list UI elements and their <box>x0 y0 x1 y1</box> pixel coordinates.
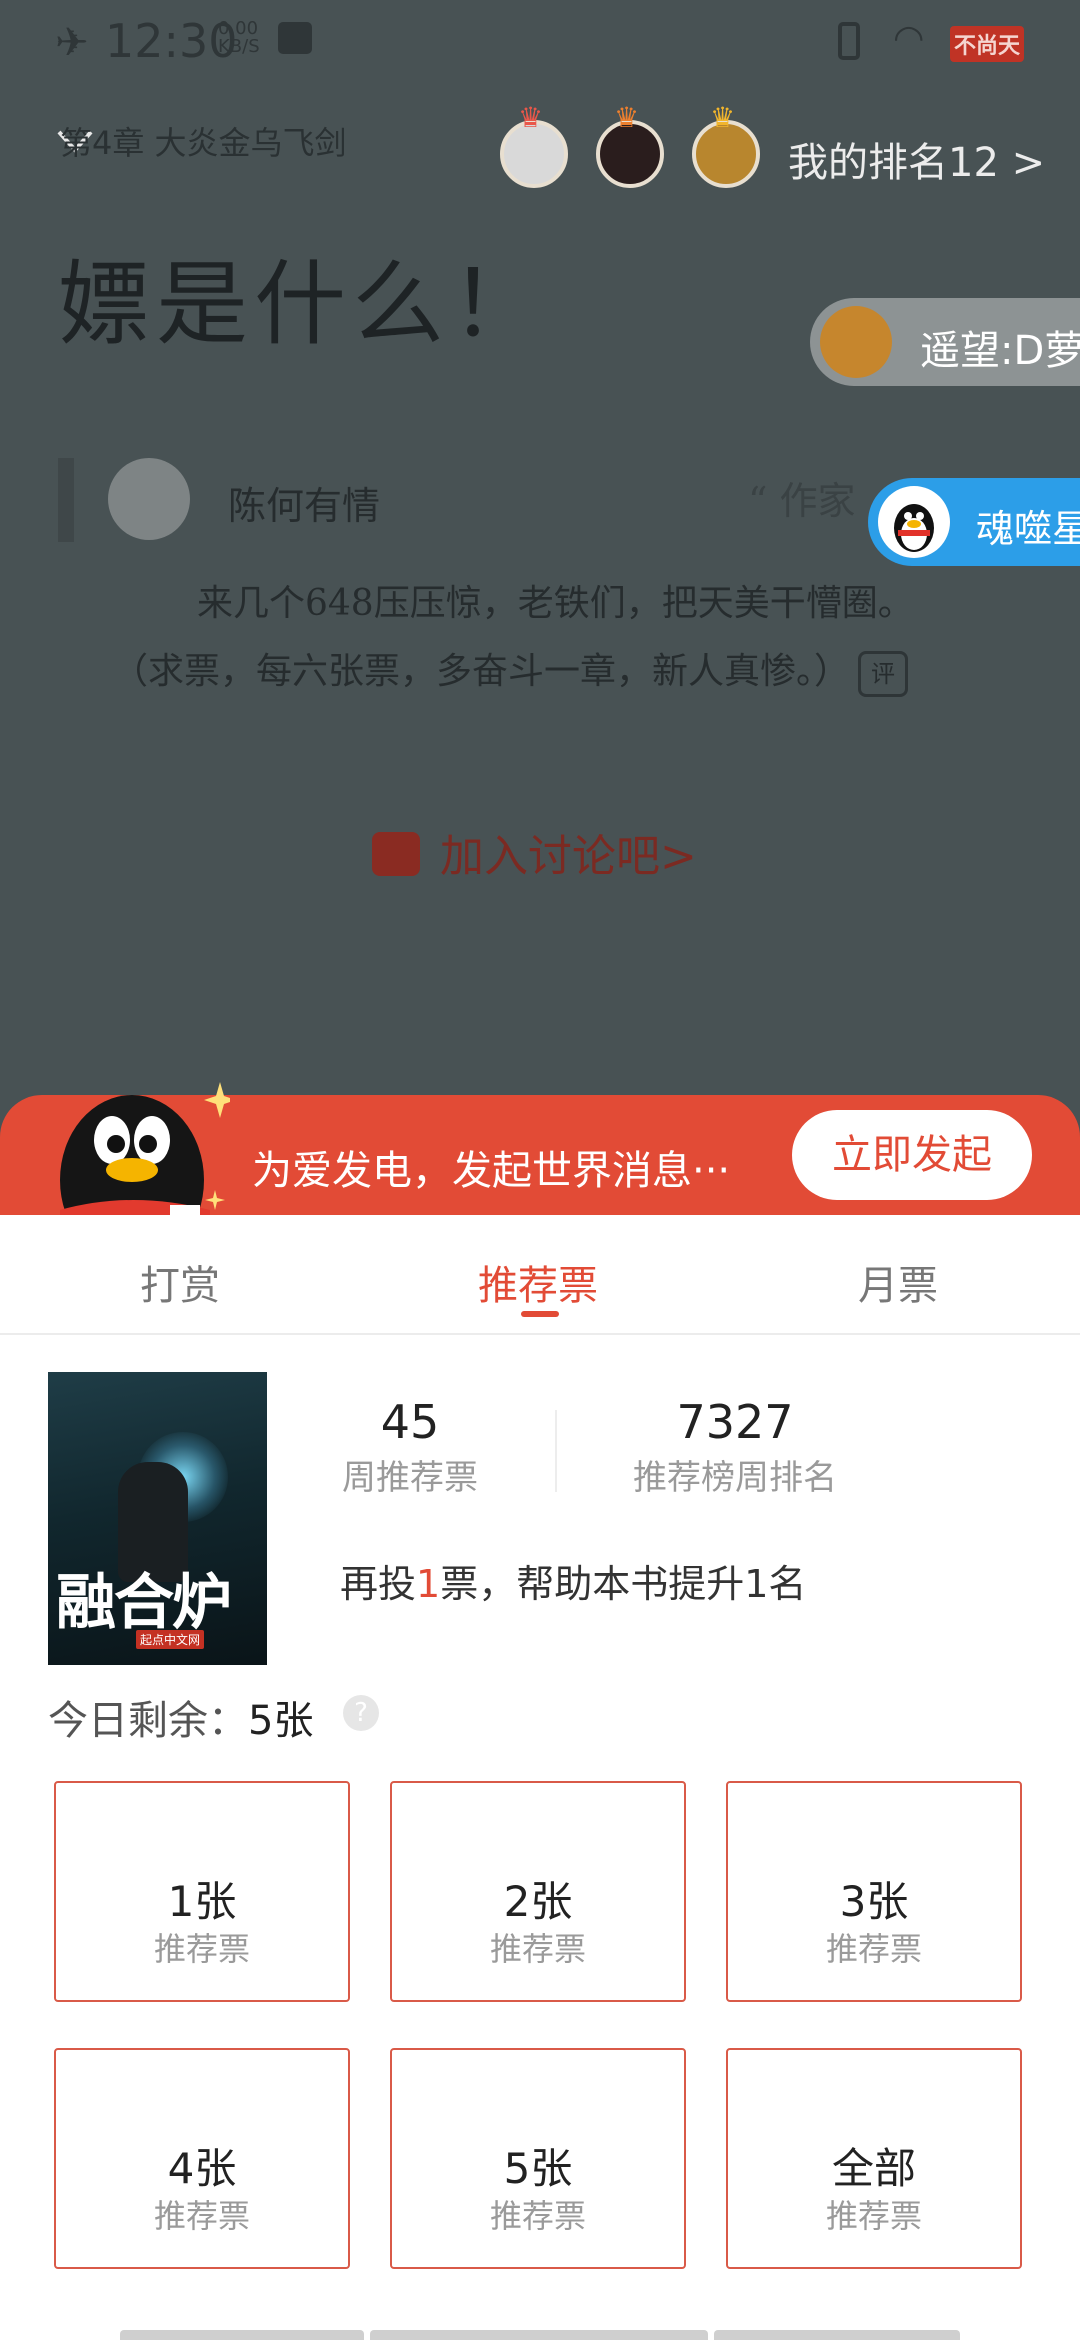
vote-option-3[interactable]: 3张 推荐票 <box>726 1781 1022 2002</box>
qq-floating-name: 魂噬星 <box>976 507 1080 551</box>
cover-publisher-badge: 起点中文网 <box>136 1630 205 1649</box>
boost-hint-suffix: 票，帮助本书提升1名 <box>440 1562 807 1606</box>
bottom-strip <box>120 2330 364 2340</box>
network-speed-unit: KB/S <box>218 36 260 57</box>
comment-line-2: （求票，每六张票，多奋斗一章，新人真惨。）评 <box>112 638 1012 706</box>
qq-penguin-icon <box>878 486 950 558</box>
vote-amount: 4张 <box>167 2143 237 2193</box>
brand-badge: 不尚天 <box>950 26 1025 62</box>
bottom-strip <box>370 2330 708 2340</box>
vote-amount: 3张 <box>839 1876 909 1926</box>
promo-text: 为爱发电，发起世界消息··· <box>252 1148 731 1194</box>
comment-body: 来几个648压压惊，老铁们，把天美干懵圈。 （求票，每六张票，多奋斗一章，新人真… <box>112 570 1012 706</box>
qq-penguin-glyph <box>894 504 934 552</box>
remaining-today: 今日剩余：5张 <box>48 1688 313 1746</box>
vote-type: 推荐票 <box>489 2196 586 2235</box>
weekly-rank-value: 7327 <box>676 1395 794 1449</box>
comment-line-1: 来几个648压压惊，老铁们，把天美干懵圈。 <box>197 583 914 624</box>
sparkle-icon <box>204 1082 230 1118</box>
my-rank-link[interactable]: 我的排名12 > <box>788 130 1045 188</box>
vote-type: 推荐票 <box>825 2196 922 2235</box>
weekly-recommend-label: 周推荐票 <box>342 1458 478 1498</box>
vote-amount: 1张 <box>167 1876 237 1926</box>
remaining-value: 5张 <box>248 1698 314 1744</box>
network-speed: 0.00 KB/S <box>218 20 260 56</box>
tab-reward[interactable]: 打赏 <box>140 1253 220 1311</box>
avatar <box>820 306 892 378</box>
vote-option-4[interactable]: 4张 推荐票 <box>54 2048 350 2269</box>
vote-option-5[interactable]: 5张 推荐票 <box>390 2048 686 2269</box>
vote-amount: 5张 <box>503 2143 573 2193</box>
vote-option-2[interactable]: 2张 推荐票 <box>390 1781 686 2002</box>
quote-bar <box>58 458 74 542</box>
vote-type: 推荐票 <box>153 2196 250 2235</box>
vote-amount: 2张 <box>503 1876 573 1926</box>
author-tag: “ 作家 <box>748 479 856 523</box>
tab-monthly-ticket[interactable]: 月票 <box>858 1253 938 1311</box>
comment-icon[interactable]: 评 <box>858 651 909 697</box>
rank-avatar-2[interactable]: ♛ <box>596 104 664 188</box>
vote-sheet: 打赏 推荐票 月票 融合炉 起点中文网 45 周推荐票 7327 推荐榜周排名 … <box>0 1215 1080 2340</box>
comment-line-2-text: （求票，每六张票，多奋斗一章，新人真惨。） <box>112 651 851 692</box>
wifi-icon: ◠ <box>893 18 925 59</box>
vote-type: 推荐票 <box>489 1929 586 1968</box>
boost-hint: 再投1票，帮助本书提升1名 <box>340 1553 806 1608</box>
reader-top-nav: 第4章 大炎金乌飞剑 ♛ ♛ ♛ 我的排名12 > <box>0 90 1080 200</box>
weekly-recommend-stat: 45 周推荐票 <box>330 1395 490 1503</box>
remaining-label: 今日剩余： <box>48 1698 248 1744</box>
vote-option-1[interactable]: 1张 推荐票 <box>54 1781 350 2002</box>
chapter-name[interactable]: 第4章 大炎金乌飞剑 <box>60 118 347 164</box>
cover-title: 融合炉 <box>56 1568 232 1638</box>
launch-now-button[interactable]: 立即发起 <box>792 1110 1032 1200</box>
reader-background: ✈ 12:30 0.00 KB/S ◠ 不尚天 第4章 大炎金乌飞剑 ♛ ♛ ♛… <box>0 0 1080 1230</box>
rank-avatar-3[interactable]: ♛ <box>692 104 760 188</box>
chapter-title: 嫖是什么！ <box>58 251 549 358</box>
active-tab-indicator <box>521 1311 559 1317</box>
avatar[interactable] <box>108 458 190 540</box>
floating-user-pill[interactable]: 遥望:D萝 <box>810 298 1080 386</box>
vote-amount: 全部 <box>831 2143 916 2193</box>
weekly-rank-label: 推荐榜周排名 <box>633 1458 837 1498</box>
floating-user-name: 遥望:D萝 <box>920 328 1080 374</box>
bottom-strip <box>714 2330 960 2340</box>
comment-username[interactable]: 陈何有情 <box>228 475 380 530</box>
note-icon <box>278 22 312 54</box>
book-cover[interactable]: 融合炉 起点中文网 <box>48 1372 267 1665</box>
vibrate-icon <box>838 22 860 60</box>
status-bar: ✈ 12:30 0.00 KB/S ◠ 不尚天 <box>0 0 1080 90</box>
crown-icon: ♛ <box>614 101 640 134</box>
help-icon[interactable]: ? <box>343 1695 379 1731</box>
crown-icon: ♛ <box>710 101 736 134</box>
weekly-recommend-count: 45 <box>380 1395 440 1449</box>
join-discussion-text: 加入讨论吧> <box>440 831 697 882</box>
weekly-rank-stat: 7327 推荐榜周排名 <box>620 1395 850 1503</box>
vote-type: 推荐票 <box>825 1929 922 1968</box>
chat-bubble-icon <box>372 832 420 876</box>
crown-icon: ♛ <box>518 101 544 134</box>
qq-floating-pill[interactable]: 魂噬星 <box>868 478 1080 566</box>
vote-option-all[interactable]: 全部 推荐票 <box>726 2048 1022 2269</box>
boost-hint-count: 1 <box>416 1562 441 1606</box>
tab-recommend-ticket[interactable]: 推荐票 <box>478 1253 598 1311</box>
vote-type: 推荐票 <box>153 1929 250 1968</box>
boost-hint-prefix: 再投 <box>340 1562 417 1606</box>
airplane-icon: ✈ <box>55 20 89 66</box>
sheet-tabs: 打赏 推荐票 月票 <box>0 1215 1080 1335</box>
sparkle-icon <box>205 1190 225 1210</box>
stat-divider <box>555 1410 557 1492</box>
rank-avatar-1[interactable]: ♛ <box>500 104 568 188</box>
